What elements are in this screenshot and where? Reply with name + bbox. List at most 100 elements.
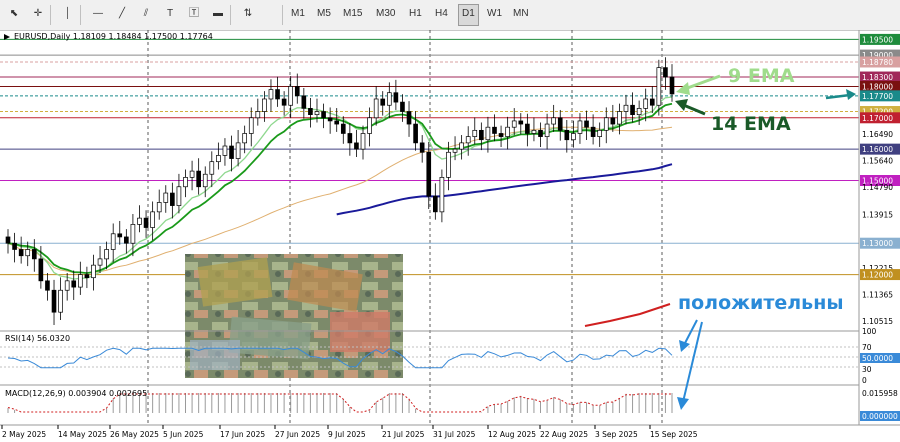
candle-body xyxy=(130,224,136,244)
rsi-tick-label: 70 xyxy=(862,343,872,352)
rsi-tick-label: 30 xyxy=(862,365,872,374)
time-tick-label: 31 Jul 2025 xyxy=(433,430,476,439)
candle-body xyxy=(137,217,142,225)
candle-body xyxy=(439,177,445,213)
candle-body xyxy=(104,249,109,260)
crosshair-icon[interactable]: ✛ xyxy=(28,4,48,24)
candle-body xyxy=(176,186,182,206)
candle-body xyxy=(25,249,31,257)
candle-body xyxy=(459,142,464,150)
timeframe-m5[interactable]: M5 xyxy=(314,4,334,24)
price-tick-label: 1.13000 xyxy=(862,239,893,248)
rectangle-icon[interactable]: ▬ xyxy=(208,4,228,24)
candle-body xyxy=(71,280,77,288)
candle-body xyxy=(97,258,103,266)
candle-body xyxy=(216,155,221,163)
time-tick-label: 26 May 2025 xyxy=(110,430,159,439)
ema9-annotation: 9 EMA xyxy=(728,65,795,87)
positive-annotation: положительны xyxy=(678,292,844,314)
price-tick-label: 1.14790 xyxy=(862,183,893,192)
teal-arrow xyxy=(825,93,851,100)
timeframe-m1[interactable]: M1 xyxy=(288,4,308,24)
equidistant-channel-icon[interactable]: ⫽ xyxy=(136,4,156,24)
price-tick-label: 1.16490 xyxy=(862,130,893,139)
time-tick-label: 17 Jun 2025 xyxy=(220,430,265,439)
time-axis: 2 May 2025 14 May 2025 26 May 2025 5 Jun 20… xyxy=(1,425,698,439)
candle-body xyxy=(196,170,201,188)
candle-body xyxy=(170,192,175,206)
candle-body xyxy=(327,117,333,122)
timeframe-m30[interactable]: M30 xyxy=(373,4,398,24)
time-tick-label: 9 Jul 2025 xyxy=(328,430,366,439)
candle-body xyxy=(150,211,155,228)
candle-body xyxy=(242,133,247,144)
ema14-annotation: 14 EMA xyxy=(711,113,791,135)
candle-body xyxy=(564,129,570,141)
candle-body xyxy=(91,264,96,279)
candle-body xyxy=(262,98,267,112)
candle-body xyxy=(617,111,622,125)
arrows-icon[interactable]: ⇅ xyxy=(238,4,258,24)
candle-body xyxy=(183,177,188,188)
candle-body xyxy=(340,123,346,134)
candle-body xyxy=(347,133,353,144)
trendline-icon[interactable]: ╱ xyxy=(112,4,132,24)
candle-body xyxy=(551,117,556,125)
candle-body xyxy=(367,117,372,134)
time-tick-label: 3 Sep 2025 xyxy=(595,430,638,439)
price-tick-label: 1.17700 xyxy=(862,92,893,101)
candle-body xyxy=(202,173,208,188)
timeframe-m15[interactable]: M15 xyxy=(340,4,365,24)
candle-body xyxy=(472,129,478,137)
candle-body xyxy=(321,111,326,119)
candle-body xyxy=(479,129,484,141)
candle-body xyxy=(446,151,451,178)
macd-axis: 0.015958 0.000000 xyxy=(860,389,900,421)
timeframe-w1[interactable]: W1 xyxy=(484,4,505,24)
timeframe-h4[interactable]: H4 xyxy=(432,4,451,24)
candle-body xyxy=(110,233,116,250)
candle-body xyxy=(557,117,563,131)
candle-body xyxy=(255,111,261,119)
candle-body xyxy=(51,289,57,313)
cursor-icon[interactable]: ⬉ xyxy=(4,4,24,24)
candle-body xyxy=(84,274,90,279)
text-icon[interactable]: T xyxy=(160,4,180,24)
time-tick-label: 2 May 2025 xyxy=(2,430,46,439)
horizontal-line-icon[interactable]: — xyxy=(88,4,108,24)
candle-body xyxy=(314,111,320,116)
candle-body xyxy=(222,145,228,156)
candle-body xyxy=(571,133,576,141)
ma-200-line xyxy=(584,303,671,327)
candle-body xyxy=(597,129,603,137)
time-tick-label: 12 Aug 2025 xyxy=(488,430,536,439)
candle-body xyxy=(649,98,655,106)
candle-body xyxy=(64,280,70,291)
text-label-icon[interactable]: 🅃 xyxy=(184,4,204,24)
macd-label: MACD(12,26,9) 0.003904 0.002695 xyxy=(5,389,147,398)
candle-body xyxy=(669,76,675,95)
candle-body xyxy=(433,195,438,213)
candle-body xyxy=(505,126,510,137)
candle-body xyxy=(531,129,537,134)
timeframe-d1[interactable]: D1 xyxy=(458,4,479,26)
price-tick-label: 1.10515 xyxy=(862,317,893,326)
candle-body xyxy=(584,120,589,128)
ma-100-line xyxy=(336,163,673,216)
candle-body xyxy=(163,192,169,203)
candle-body xyxy=(663,67,668,78)
candle-body xyxy=(38,258,44,282)
candle-body xyxy=(31,249,37,260)
timeframe-h1[interactable]: H1 xyxy=(406,4,425,24)
candle-body xyxy=(124,236,129,244)
price-tick-label: 1.11365 xyxy=(862,290,893,299)
timeframe-mn[interactable]: MN xyxy=(510,4,532,24)
candle-body xyxy=(518,120,524,125)
rsi-axis: 100 70 50.0000 30 0 xyxy=(860,327,900,385)
candle-body xyxy=(485,126,491,141)
vertical-line-icon[interactable]: │ xyxy=(58,4,78,24)
macd-tick-label: 0.015958 xyxy=(862,389,898,398)
candle-body xyxy=(656,67,662,106)
candle-body xyxy=(380,98,386,106)
price-chart[interactable]: RSI(14) 56.0320 MACD(12,26,9) 0.003904 0… xyxy=(0,30,900,442)
